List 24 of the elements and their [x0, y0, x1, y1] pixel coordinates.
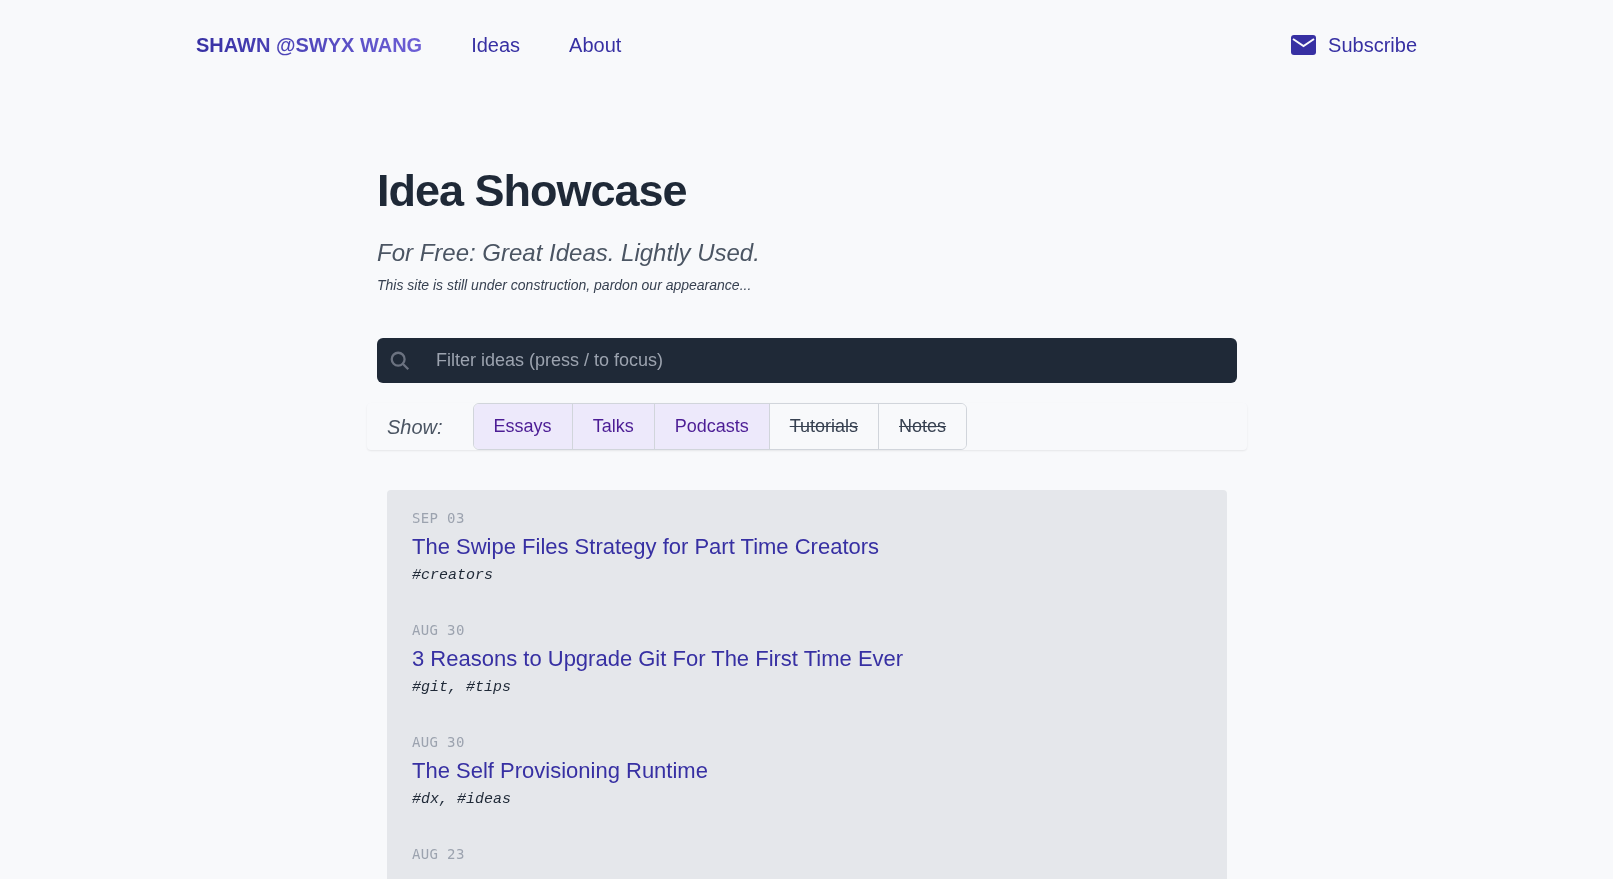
- post-title-link[interactable]: The Swipe Files Strategy for Part Time Creators: [412, 533, 1202, 561]
- envelope-icon: [1291, 35, 1317, 55]
- filter-label: Show:: [387, 414, 443, 440]
- search-field[interactable]: Filter ideas (press / to focus): [377, 338, 1237, 383]
- post-tags: #creators: [412, 564, 1202, 587]
- post-tags: #dx, #ideas: [412, 788, 1202, 811]
- post-title-link[interactable]: The Self Provisioning Runtime: [412, 757, 1202, 785]
- filter-toggle[interactable]: Talks: [571, 404, 654, 449]
- page-subtitle: For Free: Great Ideas. Lightly Used.: [377, 238, 761, 268]
- filter-toggle[interactable]: Podcasts: [653, 404, 769, 449]
- page-title: Idea Showcase: [377, 168, 688, 213]
- post-date: AUG 30: [412, 733, 466, 752]
- filter-toggle[interactable]: Essays: [473, 404, 572, 449]
- post-date: AUG 23: [412, 845, 466, 864]
- search-icon: [389, 350, 411, 372]
- post-title-link[interactable]: 3 Reasons to Upgrade Git For The First Time Ever: [412, 645, 1202, 673]
- post-date: AUG 30: [412, 621, 466, 640]
- nav-link[interactable]: About: [569, 30, 622, 60]
- subscribe-link[interactable]: Subscribe: [1291, 30, 1417, 60]
- post-date: SEP 03: [412, 509, 466, 528]
- post-tags: #git, #tips: [412, 676, 1202, 699]
- filter-toggle[interactable]: Notes: [878, 404, 967, 449]
- nav-link[interactable]: Ideas: [471, 30, 521, 60]
- construction-note: This site is still under construction, pardon our appearance...: [377, 276, 753, 295]
